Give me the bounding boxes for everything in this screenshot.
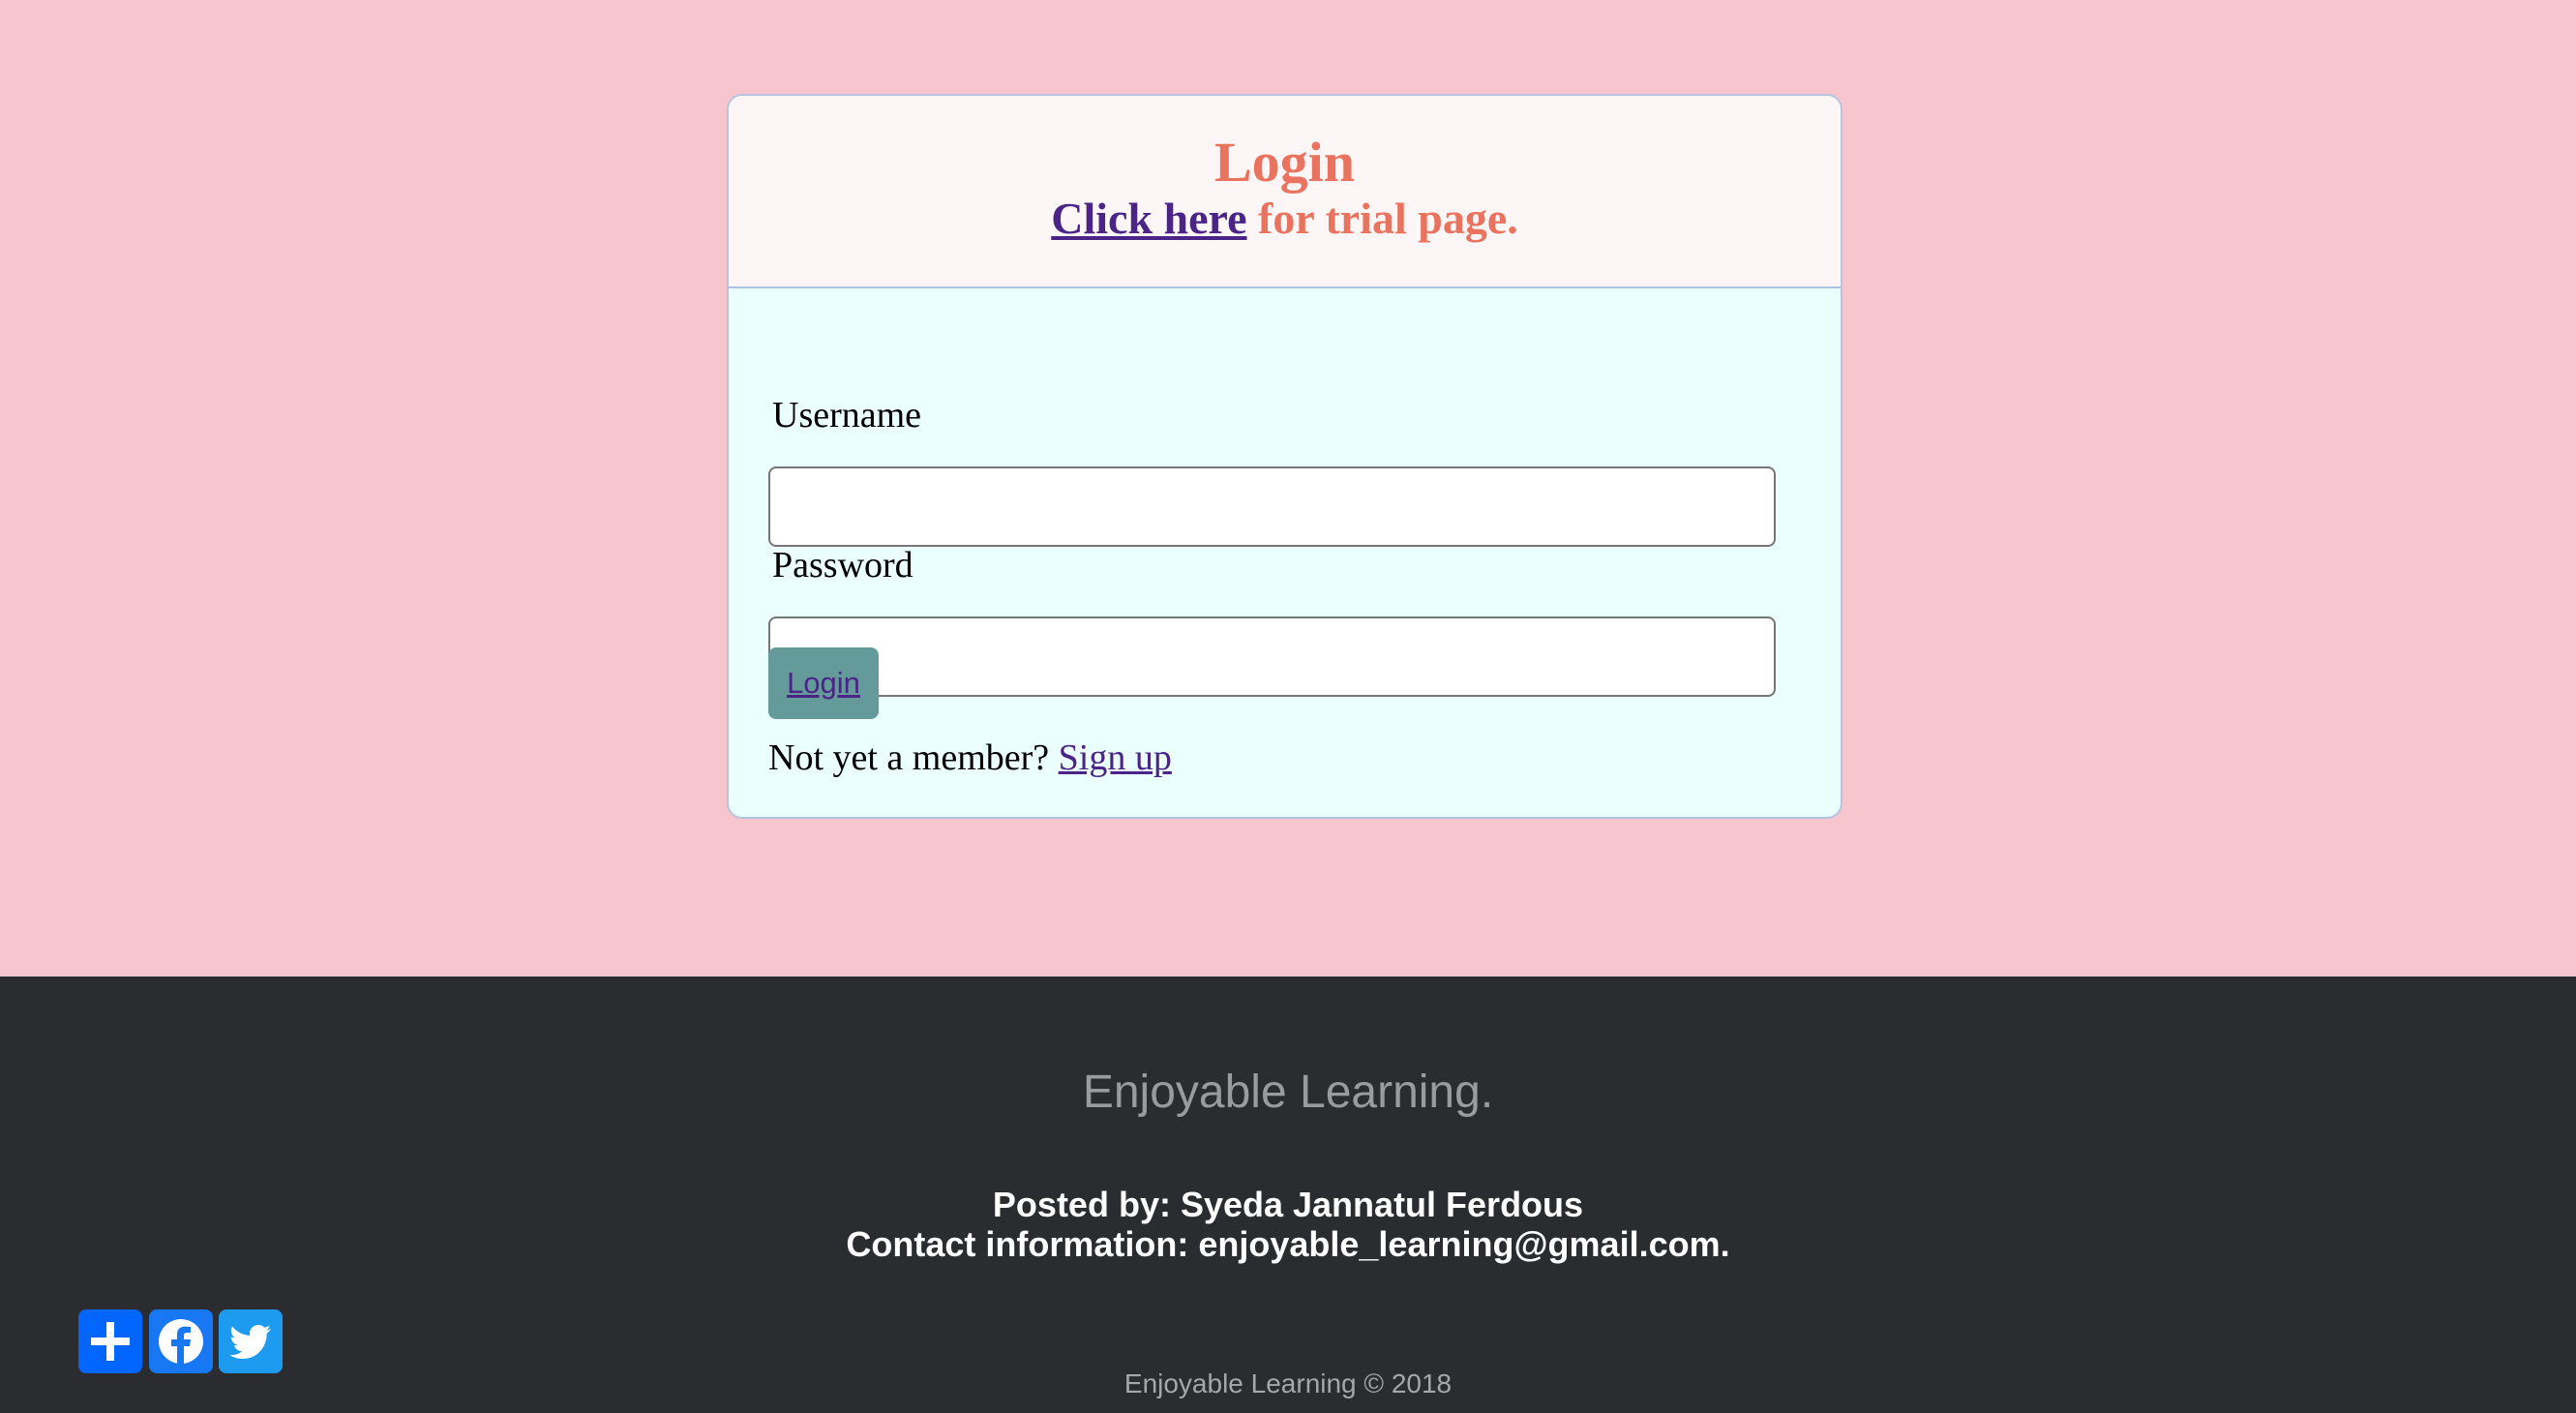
trial-page-text: for trial page. xyxy=(1246,194,1518,243)
share-twitter-button[interactable] xyxy=(219,1309,283,1373)
signup-prompt: Not yet a member? Sign up xyxy=(768,737,1172,779)
signup-link[interactable]: Sign up xyxy=(1059,737,1172,778)
footer-tagline: Enjoyable Learning. xyxy=(1082,1067,1494,1118)
footer: Enjoyable Learning. Posted by: Syeda Jan… xyxy=(0,977,2576,1413)
username-label: Username xyxy=(772,395,922,436)
password-label: Password xyxy=(772,545,914,586)
signup-prompt-text: Not yet a member? xyxy=(768,737,1059,778)
share-add-button[interactable] xyxy=(78,1309,142,1373)
facebook-icon xyxy=(159,1319,203,1364)
plus-icon xyxy=(91,1322,130,1361)
page-title: Login xyxy=(1213,131,1356,194)
username-input[interactable] xyxy=(768,466,1776,547)
login-button[interactable]: Login xyxy=(768,647,879,719)
footer-copyright: Enjoyable Learning © 2018 xyxy=(1123,1368,1453,1398)
share-facebook-button[interactable] xyxy=(149,1309,213,1373)
footer-posted-by: Posted by: Syeda Jannatul Ferdous xyxy=(992,1185,1584,1224)
trial-page-line: Click here for trial page. xyxy=(729,192,1841,246)
twitter-icon xyxy=(229,1325,271,1359)
trial-page-link[interactable]: Click here xyxy=(1051,194,1246,243)
password-input[interactable] xyxy=(768,616,1776,697)
login-card-header: Login Click here for trial page. xyxy=(729,96,1841,288)
footer-contact: Contact information: enjoyable_learning@… xyxy=(846,1224,1730,1264)
login-card: Login Click here for trial page. Usernam… xyxy=(727,94,1842,819)
